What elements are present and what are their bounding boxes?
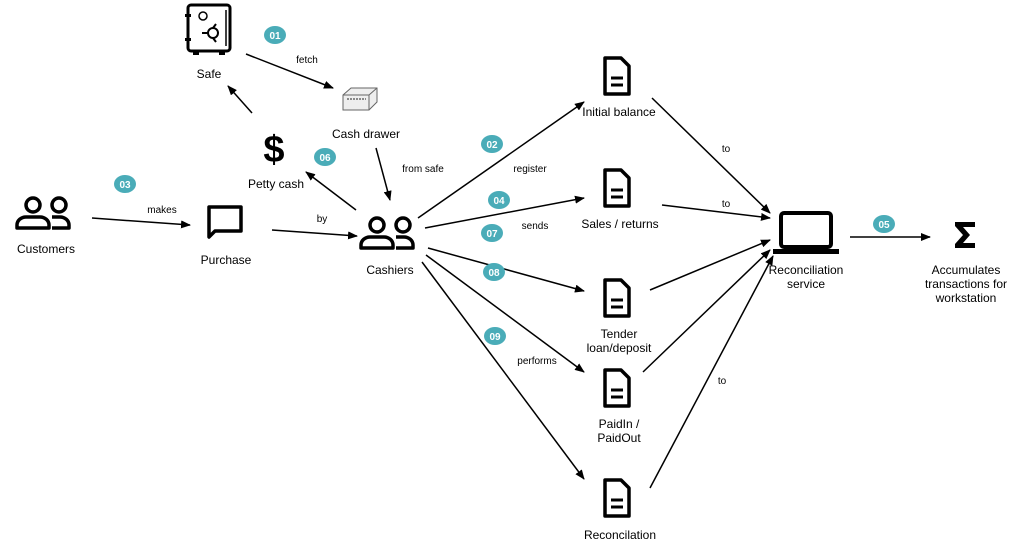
node-label-initial-balance: Initial balance [582, 105, 656, 119]
svg-text:03: 03 [119, 180, 131, 191]
edge-cashiers-to-reconcilation [421, 261, 585, 480]
document-icon [603, 278, 631, 318]
edge-reconcilation-to-service [649, 255, 774, 489]
node-label-petty-cash: Petty cash [248, 177, 304, 191]
svg-text:02: 02 [486, 140, 498, 151]
safe-icon [185, 3, 232, 55]
node-label-accumulates: transactions for [925, 277, 1007, 291]
node-reconciliation-service: Reconciliation service [769, 211, 844, 291]
edge-purchase-to-cashiers [271, 229, 358, 240]
svg-text:06: 06 [319, 153, 331, 164]
step-badge-09: 09 [484, 327, 506, 345]
edge-label-to: to [718, 376, 727, 387]
dollar-icon: $ [263, 129, 284, 171]
node-tender: Tender loan/deposit [587, 278, 652, 355]
node-label-reconcilation: Reconcilation [584, 528, 656, 542]
node-initial-balance: Initial balance [582, 56, 656, 119]
node-purchase: Purchase [201, 205, 252, 267]
node-label-tender: Tender [601, 327, 638, 341]
node-label-service: service [787, 277, 825, 291]
node-reconcilation: Reconcilation [584, 478, 656, 542]
edge-cashiers-to-petty-cash [305, 171, 357, 211]
node-accumulates: Accumulates transactions for workstation [925, 222, 1007, 305]
edge-safe-to-cash-drawer [245, 53, 334, 89]
svg-text:01: 01 [269, 31, 281, 42]
node-label-tender: loan/deposit [587, 341, 652, 355]
step-badge-04: 04 [488, 191, 510, 209]
node-label-safe: Safe [197, 67, 222, 81]
node-label-cash-drawer: Cash drawer [332, 127, 400, 141]
svg-text:07: 07 [486, 229, 498, 240]
edge-label-from-safe: from safe [402, 164, 444, 175]
edge-label-sends: sends [522, 221, 549, 232]
step-badge-01: 01 [264, 26, 286, 44]
node-safe: Safe [185, 3, 232, 81]
node-label-customers: Customers [17, 242, 75, 256]
document-icon [603, 168, 631, 208]
edge-label-performs: performs [517, 356, 556, 367]
node-label-accumulates: Accumulates [932, 263, 1001, 277]
edge-cashiers-to-paidin [425, 254, 585, 373]
laptop-icon [773, 211, 839, 254]
document-icon [603, 56, 631, 96]
node-customers: Customers [15, 196, 75, 256]
step-badge-08: 08 [483, 263, 505, 281]
node-label-paidin: PaidOut [597, 431, 641, 445]
edge-initial-to-service [651, 97, 771, 214]
step-badge-07: 07 [481, 224, 503, 242]
node-label-paidin: PaidIn / [599, 417, 640, 431]
edge-petty-cash-to-safe [227, 85, 253, 114]
sigma-icon [955, 222, 975, 248]
edge-label-register: register [513, 164, 547, 175]
speech-bubble-icon [207, 205, 243, 239]
node-label-sales-returns: Sales / returns [581, 217, 658, 231]
cash-drawer-icon [342, 87, 378, 111]
edge-label-fetch: fetch [296, 55, 318, 66]
edge-label-by: by [317, 214, 328, 225]
users-icon [15, 196, 71, 230]
node-label-accumulates: workstation [935, 291, 997, 305]
node-label-cashiers: Cashiers [366, 263, 413, 277]
users-icon [359, 216, 415, 250]
svg-text:09: 09 [489, 332, 501, 343]
node-paidin: PaidIn / PaidOut [597, 368, 641, 445]
node-petty-cash: $ Petty cash [248, 129, 304, 191]
edge-cash-drawer-to-cashiers [375, 147, 392, 201]
edge-sales-to-service [661, 204, 771, 221]
edge-label-makes: makes [147, 205, 176, 216]
edge-paidin-to-service [642, 249, 771, 373]
edge-label-to: to [722, 199, 731, 210]
node-label-purchase: Purchase [201, 253, 252, 267]
step-badge-02: 02 [481, 135, 503, 153]
svg-text:08: 08 [488, 268, 500, 279]
step-badge-03: 03 [114, 175, 136, 193]
edge-customers-to-purchase [91, 217, 191, 229]
document-icon [603, 478, 631, 518]
svg-text:04: 04 [493, 196, 505, 207]
svg-text:05: 05 [878, 220, 890, 231]
edge-label-to: to [722, 144, 731, 155]
step-badge-06: 06 [314, 148, 336, 166]
node-cash-drawer: Cash drawer [332, 87, 400, 141]
node-sales-returns: Sales / returns [581, 168, 659, 231]
edge-tender-to-service [649, 239, 771, 291]
document-icon [603, 368, 631, 408]
edge-cashiers-to-tender [427, 247, 585, 293]
node-label-service: Reconciliation [769, 263, 844, 277]
node-cashiers: Cashiers [359, 216, 415, 277]
step-badge-05: 05 [873, 215, 895, 233]
diagram-canvas: fetch from safe makes by register sends … [15, 3, 1007, 542]
